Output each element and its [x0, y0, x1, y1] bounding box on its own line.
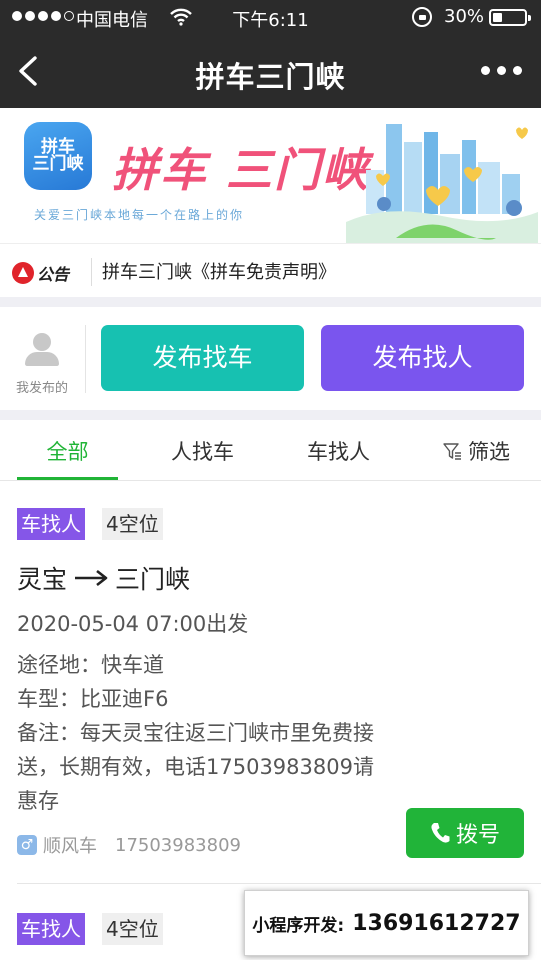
battery-percent: 30% — [444, 6, 485, 27]
publish-section: 我发布的 发布找车 发布找人 — [0, 307, 541, 410]
dial-label: 拨号 — [455, 823, 500, 848]
ad-phone: 13691612727 — [352, 910, 521, 936]
divider — [17, 883, 541, 884]
divider — [91, 258, 92, 286]
section-gap — [0, 410, 541, 420]
rotation-lock-icon — [412, 7, 432, 27]
my-posts-button[interactable]: 我发布的 — [8, 331, 76, 396]
avatar-icon — [22, 331, 62, 371]
tab-person-finds-car[interactable]: 人找车 — [152, 436, 253, 466]
listing-seats-badge: 4空位 — [102, 508, 163, 540]
tab-car-finds-person[interactable]: 车找人 — [288, 436, 389, 466]
listing-poster: ♂ 顺风车 17503983809 — [17, 832, 241, 858]
phone-icon — [431, 823, 450, 843]
listing-via: 途径地：快车道 — [17, 653, 164, 677]
notice-logo-label: 公告 — [37, 265, 70, 284]
announcement-icon — [12, 262, 34, 284]
tab-active-indicator — [17, 477, 118, 480]
status-bar: 中国电信 下午6:11 30% — [0, 0, 541, 34]
filter-icon — [443, 443, 461, 460]
ad-label: 小程序开发: — [252, 915, 345, 936]
listing-departure: 2020-05-04 07:00出发 — [17, 612, 249, 636]
city-illustration-icon — [346, 124, 538, 243]
listing-card[interactable]: 车找人 4空位 灵宝 三门峡 2020-05-04 07:00出发 途径地：快车… — [0, 482, 541, 884]
notice-logo: 公告 — [12, 261, 69, 285]
banner-brand: 拼车 三门峡 — [112, 143, 371, 197]
section-gap — [0, 297, 541, 307]
more-icon[interactable] — [481, 66, 522, 75]
tab-all[interactable]: 全部 — [17, 436, 118, 466]
my-posts-label: 我发布的 — [15, 381, 68, 396]
banner[interactable]: 拼车 三门峡 拼车 三门峡 关爱三门峡本地每一个在路上的你 — [0, 108, 541, 243]
app-logo-text: 拼车 三门峡 — [32, 137, 84, 174]
listing-note: 备注：每天灵宝往返三门峡市里免费接送，长期有效，电话17503983809请惠存 — [17, 721, 374, 813]
notice-text[interactable]: 拼车三门峡《拼车免责声明》 — [102, 258, 336, 284]
listing-seats-badge: 4空位 — [102, 913, 163, 945]
dial-button[interactable]: 拨号 — [406, 808, 524, 858]
divider — [85, 325, 86, 393]
battery-icon — [489, 9, 531, 26]
filter-tabs: 全部 人找车 车找人 筛选 — [0, 420, 541, 481]
publish-find-car-button[interactable]: 发布找车 — [101, 325, 304, 391]
listing-type-badge: 车找人 — [17, 913, 85, 945]
male-icon: ♂ — [17, 835, 37, 855]
route-from: 灵宝 — [17, 565, 68, 594]
poster-phone: 17503983809 — [115, 834, 241, 856]
publish-find-person-button[interactable]: 发布找人 — [321, 325, 524, 391]
listing-route: 灵宝 三门峡 — [17, 560, 190, 596]
arrow-right-icon — [75, 569, 108, 587]
tab-filter-label: 筛选 — [468, 440, 510, 464]
listing-type-badge: 车找人 — [17, 508, 85, 540]
app-logo: 拼车 三门峡 — [24, 122, 92, 190]
poster-name: 顺风车 — [43, 836, 97, 857]
tab-filter[interactable]: 筛选 — [426, 436, 526, 466]
banner-slogan: 关爱三门峡本地每一个在路上的你 — [34, 208, 245, 222]
route-to: 三门峡 — [115, 565, 191, 594]
page-title: 拼车三门峡 — [195, 60, 346, 94]
listing-vehicle: 车型：比亚迪F6 — [17, 687, 169, 711]
nav-bar: 拼车三门峡 — [0, 34, 541, 108]
dev-ad-overlay[interactable]: 小程序开发: 13691612727 — [244, 890, 529, 956]
notice-bar[interactable]: 公告 拼车三门峡《拼车免责声明》 — [0, 243, 541, 297]
